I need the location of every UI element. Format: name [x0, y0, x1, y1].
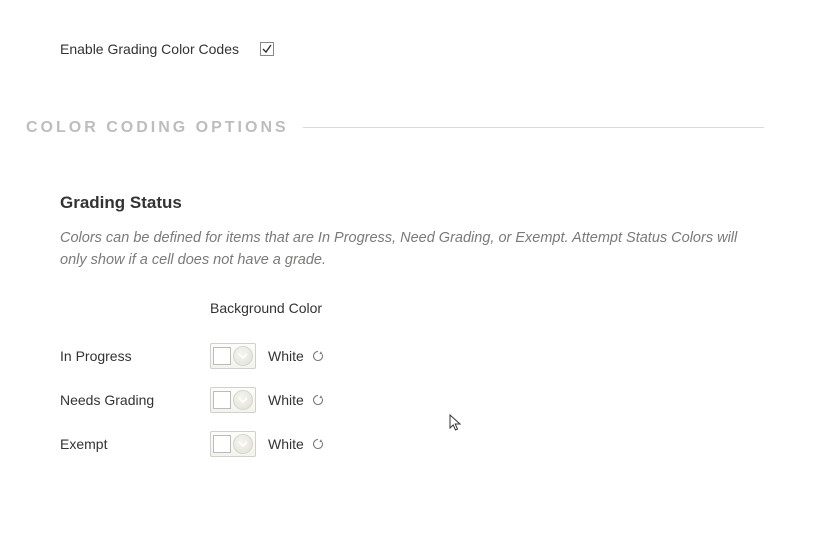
color-picker-exempt[interactable]: [210, 431, 256, 457]
chevron-down-icon: [233, 346, 253, 366]
refresh-icon: [312, 394, 324, 406]
reset-color-exempt[interactable]: [312, 438, 324, 450]
grading-status-heading: Grading Status: [60, 193, 792, 213]
enable-grading-color-codes-row: Enable Grading Color Codes: [60, 40, 792, 59]
background-color-column-header: Background Color: [210, 300, 792, 316]
color-row-exempt: Exempt White: [60, 422, 792, 466]
color-picker-in-progress[interactable]: [210, 343, 256, 369]
grading-status-description: Colors can be defined for items that are…: [60, 227, 760, 272]
row-label: Needs Grading: [60, 392, 210, 408]
color-swatch: [213, 435, 231, 453]
color-row-in-progress: In Progress White: [60, 334, 792, 378]
enable-grading-label: Enable Grading Color Codes: [60, 40, 240, 59]
color-swatch: [213, 391, 231, 409]
refresh-icon: [312, 438, 324, 450]
enable-grading-checkbox[interactable]: [260, 42, 274, 56]
refresh-icon: [312, 350, 324, 362]
section-title: COLOR CODING OPTIONS: [26, 119, 303, 137]
checkmark-icon: [261, 43, 273, 55]
reset-color-in-progress[interactable]: [312, 350, 324, 362]
reset-color-needs-grading[interactable]: [312, 394, 324, 406]
color-name: White: [268, 436, 304, 452]
divider-line: [303, 127, 764, 128]
color-name: White: [268, 392, 304, 408]
color-swatch: [213, 347, 231, 365]
color-picker-needs-grading[interactable]: [210, 387, 256, 413]
section-divider: COLOR CODING OPTIONS: [26, 119, 792, 137]
chevron-down-icon: [233, 434, 253, 454]
row-label: In Progress: [60, 348, 210, 364]
row-label: Exempt: [60, 436, 210, 452]
chevron-down-icon: [233, 390, 253, 410]
color-row-needs-grading: Needs Grading White: [60, 378, 792, 422]
color-name: White: [268, 348, 304, 364]
